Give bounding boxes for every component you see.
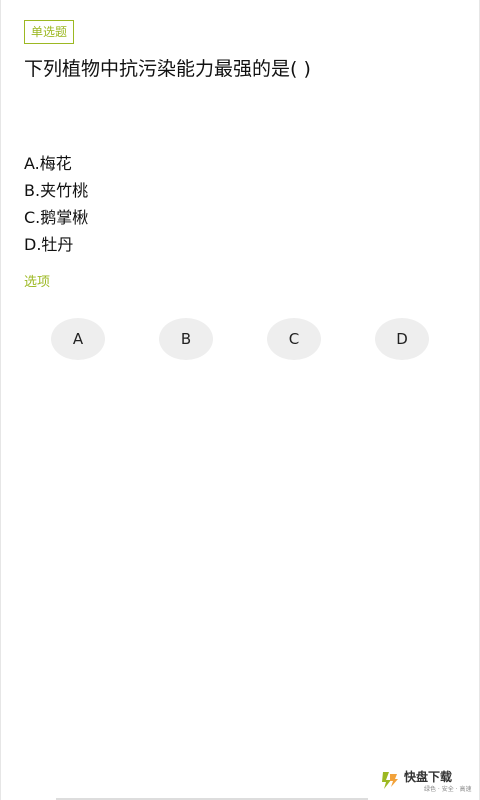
watermark: 快盘下载 绿色 · 安全 · 高速 (380, 768, 472, 794)
download-logo-icon (382, 772, 398, 789)
watermark-brand: 快盘下载 (404, 770, 453, 784)
answer-button-c[interactable]: C (267, 318, 321, 360)
answer-button-b[interactable]: B (159, 318, 213, 360)
question-type-tag: 单选题 (24, 20, 75, 44)
option-c: C.鹅掌楸 (24, 208, 89, 227)
answer-button-d[interactable]: D (375, 318, 429, 360)
answer-section-title: 选项 (24, 275, 51, 290)
option-d: D.牡丹 (24, 235, 74, 254)
watermark-tagline: 绿色 · 安全 · 高速 (424, 786, 472, 793)
question-text: 下列植物中抗污染能力最强的是( ) (24, 58, 311, 80)
frame-left-border (0, 0, 1, 800)
option-list: A.梅花 B.夹竹桃 C.鹅掌楸 D.牡丹 (24, 150, 88, 258)
answer-button-a[interactable]: A (51, 318, 105, 360)
option-b: B.夹竹桃 (24, 181, 89, 200)
option-a: A.梅花 (24, 154, 72, 173)
